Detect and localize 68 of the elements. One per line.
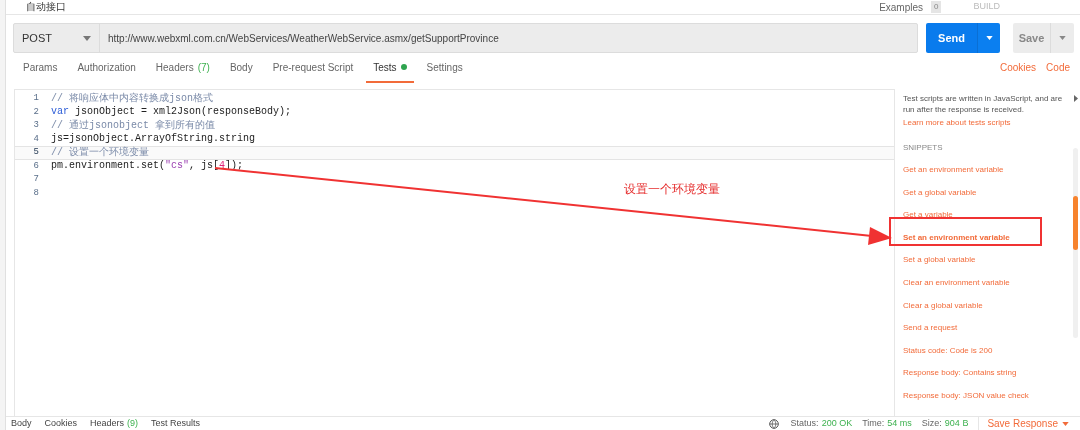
examples-count: 0 (931, 1, 942, 13)
snippet-link[interactable]: Clear an environment variable (903, 276, 1071, 300)
method-dropdown[interactable]: POST (14, 24, 100, 52)
snippet-link[interactable]: Response body: JSON value check (903, 389, 1071, 413)
line-number: 1 (32, 92, 40, 105)
snippet-link[interactable]: Get a global variable (903, 186, 1071, 210)
status-value: 904 B (944, 416, 969, 430)
help-text: Test scripts are written in JavaScript, and are run after the response is received. (903, 93, 1064, 115)
code-line: var jsonObject = xml2Json(responseBody); (51, 106, 292, 119)
snippet-link[interactable]: Set a global variable (903, 254, 1071, 277)
examples-label[interactable]: Examples (879, 0, 924, 15)
tab[interactable]: Tests (366, 53, 414, 83)
status-value: 200 OK (821, 416, 853, 430)
tab-count: (9) (127, 416, 139, 430)
snippet-link[interactable]: Set an environment variable (903, 231, 1071, 255)
line-number: 3 (32, 119, 40, 132)
link[interactable]: Cookies (999, 60, 1037, 75)
line-number: 6 (32, 159, 40, 173)
build-label[interactable]: BUILD (973, 0, 1000, 14)
save-response-button[interactable]: Save Response (978, 416, 1075, 430)
response-tab[interactable]: Body (11, 416, 32, 430)
line-number: 4 (32, 132, 40, 146)
send-options-button[interactable] (977, 23, 1000, 53)
snippet-link[interactable]: Get a variable (903, 209, 1071, 232)
collapse-arrow-icon[interactable] (1073, 95, 1078, 102)
section-heading: SNIPPETS (903, 142, 944, 154)
response-tab[interactable]: Test Results (151, 416, 201, 430)
tab[interactable]: Body (222, 53, 260, 83)
tab-count: (7) (197, 60, 210, 75)
request-title: 自动接口 (26, 1, 66, 13)
code-line: // 设置一个环境变量 (51, 146, 149, 159)
caret-icon (83, 35, 91, 41)
caret-icon (985, 36, 993, 40)
snippet-link[interactable]: Response body: Contains string (903, 367, 1071, 390)
scrollbar[interactable] (1073, 148, 1078, 338)
line-number: 7 (32, 173, 40, 186)
save-button[interactable]: Save (1013, 23, 1050, 53)
scrollbar-thumb[interactable] (1073, 196, 1078, 250)
status-value: 54 ms (887, 416, 912, 430)
learn-more-link[interactable]: Learn more about tests scripts (903, 117, 1071, 129)
globe-icon[interactable] (768, 418, 779, 429)
code-line: // 通过jsonobject 拿到所有的值 (51, 119, 215, 132)
url-text: http://www.webxml.com.cn/WebServices/WeatherWebService.asmx/getSupportProvince (107, 31, 500, 46)
code-line: // 将响应体中内容转换成json格式 (51, 92, 213, 105)
annotation-label: 设置一个环境变量 (624, 181, 720, 198)
tab[interactable]: Authorization (70, 53, 143, 83)
line-number: 2 (32, 105, 40, 119)
tab[interactable]: Settings (419, 53, 470, 83)
caret-icon (1059, 36, 1066, 40)
caret-icon (1062, 421, 1069, 426)
status-label: Size: (921, 416, 942, 430)
status-label: Status: (790, 416, 819, 430)
line-number: 5 (32, 146, 40, 159)
snippet-link[interactable]: Clear a global variable (903, 299, 1071, 323)
tab[interactable]: Pre-request Script (265, 53, 361, 83)
code-line: js=jsonObject.ArrayOfString.string (51, 133, 256, 146)
status-label: Time: (862, 416, 885, 430)
link[interactable]: Code (1046, 60, 1070, 75)
line-number: 8 (32, 186, 40, 200)
url-field[interactable]: POST http://www.webxml.com.cn/WebServices/WeatherWebService.asmx/getSupportProvince (13, 23, 918, 53)
response-tab[interactable]: Headers (9) (90, 416, 139, 430)
tab[interactable]: Headers (7) (148, 53, 217, 83)
tab[interactable]: Params (16, 53, 65, 83)
snippet-link[interactable]: Get an environment variable (903, 164, 1071, 187)
send-button[interactable]: Send (926, 23, 977, 53)
response-tab[interactable]: Cookies (44, 416, 78, 430)
snippet-link[interactable]: Send a request (903, 322, 1071, 345)
snippet-link[interactable]: Status code: Code is 200 (903, 344, 1071, 368)
